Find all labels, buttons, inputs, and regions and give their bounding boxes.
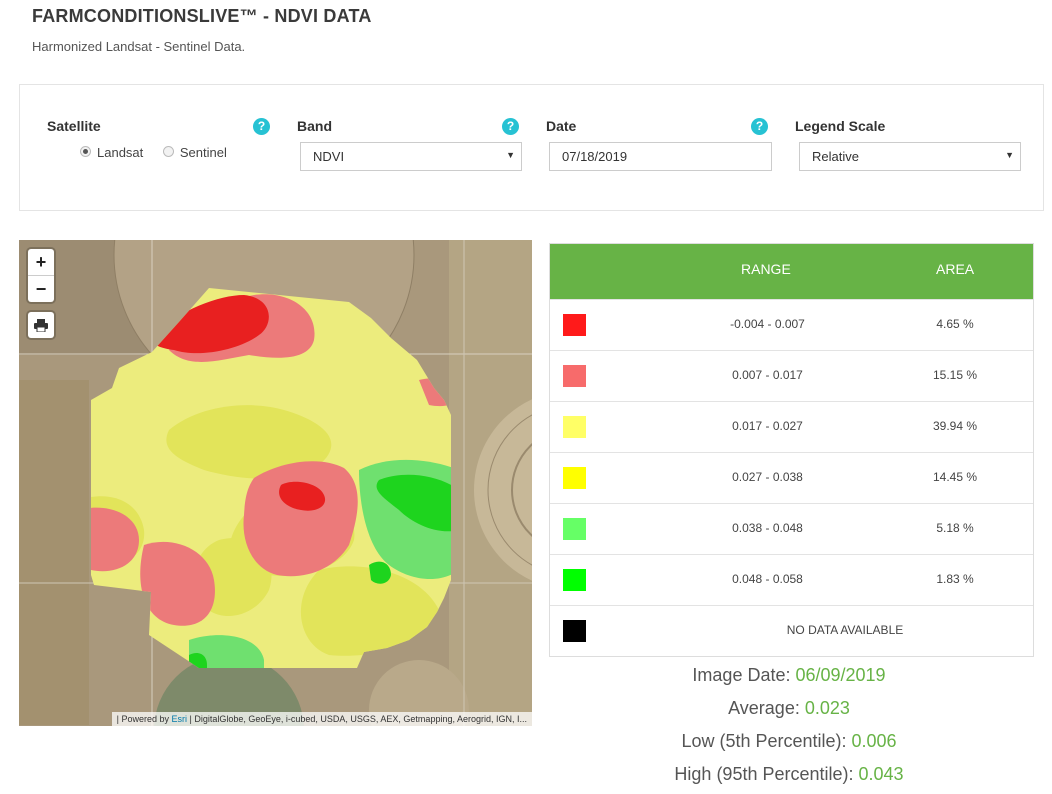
radio-landsat-indicator[interactable]	[80, 146, 91, 158]
filter-panel: Satellite ? Landsat Sentinel Band ? NDVI…	[19, 84, 1044, 211]
chevron-down-icon: ▼	[1005, 150, 1014, 160]
legend-row: 0.017 - 0.027 39.94 %	[550, 401, 1033, 452]
legend-swatch	[563, 365, 586, 387]
page-subtitle: Harmonized Landsat - Sentinel Data.	[32, 39, 246, 54]
band-select-value: NDVI	[313, 149, 345, 164]
legend-row: 0.048 - 0.058 1.83 %	[550, 554, 1033, 605]
legend-row-nodata: NO DATA AVAILABLE	[550, 605, 1033, 656]
radio-sentinel-indicator[interactable]	[162, 146, 174, 158]
legend-area: 39.94 %	[932, 419, 978, 433]
legend-row: 0.007 - 0.017 15.15 %	[550, 350, 1033, 401]
legend-range: 0.027 - 0.038	[732, 470, 803, 484]
legend-swatch	[563, 518, 586, 540]
zoom-in-button[interactable]: +	[28, 249, 54, 276]
legend-scale-label: Legend Scale	[795, 118, 886, 134]
average-value: 0.023	[804, 698, 850, 718]
radio-sentinel[interactable]: Sentinel	[162, 145, 227, 160]
band-label: Band	[297, 118, 332, 134]
satellite-radio-group: Landsat Sentinel	[80, 145, 243, 160]
chevron-down-icon: ▼	[506, 150, 515, 160]
date-label: Date	[546, 118, 577, 134]
zoom-out-button[interactable]: −	[28, 276, 54, 302]
legend-area: 15.15 %	[932, 368, 978, 382]
zoom-control: + −	[28, 249, 54, 302]
radio-sentinel-label: Sentinel	[179, 145, 227, 160]
legend-swatch	[563, 314, 586, 336]
print-button[interactable]	[28, 312, 54, 338]
legend-swatch	[563, 467, 586, 489]
image-date-label: Image Date:	[692, 665, 796, 685]
high-label: High (95th Percentile):	[674, 764, 859, 784]
ndvi-legend-table: RANGE AREA -0.004 - 0.007 4.65 % 0.007 - 0…	[549, 243, 1034, 657]
legend-header: RANGE AREA	[550, 244, 1033, 299]
area-column-header: AREA	[936, 261, 975, 277]
radio-landsat-label: Landsat	[97, 145, 144, 160]
nodata-swatch	[563, 620, 586, 642]
attribution-prefix: | Powered by	[116, 714, 172, 724]
high-line: High (95th Percentile): 0.043	[549, 761, 1029, 794]
legend-range: -0.004 - 0.007	[730, 317, 805, 331]
legend-scale-value: Relative	[812, 149, 859, 164]
low-line: Low (5th Percentile): 0.006	[549, 728, 1029, 761]
high-value: 0.043	[858, 764, 904, 784]
average-line: Average: 0.023	[549, 695, 1029, 728]
low-value: 0.006	[851, 731, 897, 751]
satellite-help-icon[interactable]: ?	[253, 118, 270, 135]
band-select[interactable]: NDVI ▼	[300, 142, 522, 171]
legend-swatch	[563, 569, 586, 591]
legend-area: 1.83 %	[936, 572, 974, 586]
legend-row: 0.038 - 0.048 5.18 %	[550, 503, 1033, 554]
image-date-value: 06/09/2019	[795, 665, 886, 685]
date-field-wrapper	[549, 142, 772, 171]
esri-link[interactable]: Esri	[172, 714, 188, 724]
printer-icon	[34, 319, 48, 333]
satellite-label: Satellite	[47, 118, 101, 134]
radio-landsat[interactable]: Landsat	[80, 145, 143, 160]
ndvi-stats: Image Date: 06/09/2019 Average: 0.023 Lo…	[549, 662, 1029, 794]
legend-area: 14.45 %	[932, 470, 978, 484]
legend-area: 5.18 %	[936, 521, 974, 535]
nodata-label: NO DATA AVAILABLE	[786, 623, 904, 637]
date-field[interactable]	[562, 149, 742, 164]
date-help-icon[interactable]: ?	[751, 118, 768, 135]
legend-scale-select[interactable]: Relative ▼	[799, 142, 1021, 171]
legend-area: 4.65 %	[936, 317, 974, 331]
range-column-header: RANGE	[741, 261, 791, 277]
image-date-line: Image Date: 06/09/2019	[549, 662, 1029, 695]
map-imagery[interactable]	[19, 240, 532, 726]
low-label: Low (5th Percentile):	[681, 731, 852, 751]
map-attribution: | Powered by Esri | DigitalGlobe, GeoEye…	[111, 712, 532, 726]
band-help-icon[interactable]: ?	[502, 118, 519, 135]
legend-range: 0.048 - 0.058	[732, 572, 803, 586]
ndvi-map[interactable]: + − | Powered by Esri | DigitalGlobe, Ge…	[19, 240, 532, 726]
legend-range: 0.007 - 0.017	[732, 368, 803, 382]
legend-swatch	[563, 416, 586, 438]
legend-range: 0.017 - 0.027	[732, 419, 803, 433]
average-label: Average:	[728, 698, 805, 718]
attribution-sources: | DigitalGlobe, GeoEye, i-cubed, USDA, U…	[187, 714, 528, 724]
legend-row: 0.027 - 0.038 14.45 %	[550, 452, 1033, 503]
legend-range: 0.038 - 0.048	[732, 521, 803, 535]
page-title: FARMCONDITIONSLIVE™ - NDVI DATA	[32, 6, 372, 26]
legend-row: -0.004 - 0.007 4.65 %	[550, 299, 1033, 350]
